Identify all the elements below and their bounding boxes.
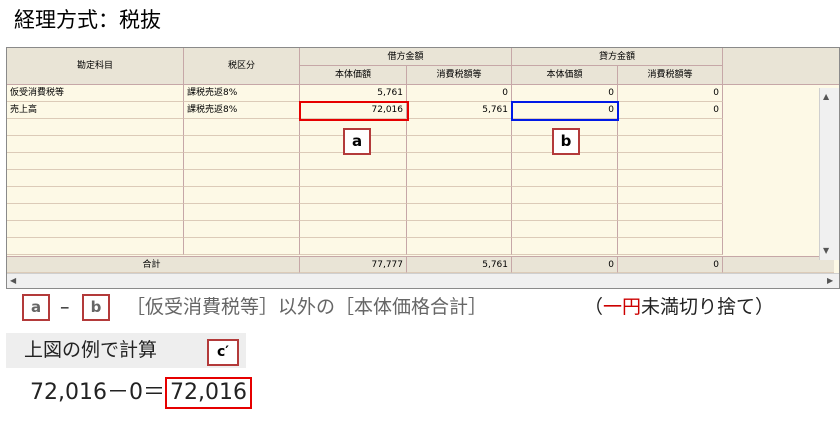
debit-base-cell[interactable]: 5,761 (300, 85, 407, 102)
header-debit-base[interactable]: 本体価額 (300, 66, 407, 85)
account-cell[interactable]: 仮受消費税等 (7, 85, 184, 102)
scroll-up-icon[interactable]: ▲ (823, 92, 829, 101)
total-row: 合計 77,777 5,761 0 0 (7, 256, 834, 273)
table-row-empty[interactable] (7, 204, 723, 221)
table-row-empty[interactable] (7, 153, 723, 170)
header-debit-tax[interactable]: 消費税額等 (407, 66, 512, 85)
total-credit-tax: 0 (618, 256, 723, 273)
total-spacer (723, 256, 834, 273)
debit-tax-cell[interactable]: 5,761 (407, 102, 512, 119)
table-row-empty[interactable] (7, 221, 723, 238)
total-label: 合計 (7, 256, 300, 273)
tag-c-prime: c′ (207, 339, 239, 366)
credit-tax-cell[interactable]: 0 (618, 102, 723, 119)
tax-class-cell[interactable]: 課税売返8% (184, 102, 300, 119)
calc-result-box: 72,016 (164, 377, 252, 409)
credit-tax-cell[interactable]: 0 (618, 85, 723, 102)
horizontal-scrollbar[interactable]: ◀ ▶ (7, 273, 839, 288)
scroll-right-icon[interactable]: ▶ (827, 276, 833, 285)
table-row[interactable]: 仮受消費税等 課税売返8% 5,761 0 0 0 (7, 85, 723, 102)
debit-tax-cell[interactable]: 0 (407, 85, 512, 102)
formula-minus: – (60, 296, 70, 318)
calc-lhs: 72,016－0＝ (30, 380, 165, 405)
calc-label-band: 上図の例で計算 c′ (6, 333, 246, 368)
header-account[interactable]: 勘定科目 (7, 48, 184, 85)
credit-base-cell[interactable]: 0 (512, 85, 618, 102)
calc-label: 上図の例で計算 (24, 339, 158, 361)
formula-tag-a: a (22, 294, 50, 321)
tag-a: a (343, 128, 371, 155)
total-debit-tax: 5,761 (407, 256, 512, 273)
scroll-left-icon[interactable]: ◀ (10, 276, 16, 285)
header-credit-base[interactable]: 本体価額 (512, 66, 618, 85)
formula-tag-b: b (82, 294, 110, 321)
calc-result-line: 72,016－0＝ 72,016 (30, 376, 252, 410)
account-cell[interactable]: 売上高 (7, 102, 184, 119)
scroll-down-icon[interactable]: ▼ (823, 246, 829, 255)
header-tax-class[interactable]: 税区分 (184, 48, 300, 85)
tax-class-cell[interactable]: 課税売返8% (184, 85, 300, 102)
rounding-red-text: 一円 (603, 296, 642, 318)
vertical-scrollbar[interactable]: ▲ ▼ (819, 88, 839, 260)
total-debit-base: 77,777 (300, 256, 407, 273)
highlight-debit-base (299, 101, 409, 121)
rounding-note: （一円未満切り捨て） (584, 296, 775, 318)
header-credit: 貸方金額 (512, 48, 723, 66)
table-row-empty[interactable] (7, 238, 723, 255)
tag-b: b (552, 128, 580, 155)
table-row-empty[interactable] (7, 187, 723, 204)
formula-description: ［仮受消費税等］以外の［本体価格合計］ (126, 296, 488, 318)
header-credit-tax[interactable]: 消費税額等 (618, 66, 723, 85)
header-debit: 借方金額 (300, 48, 512, 66)
table-row-empty[interactable] (7, 170, 723, 187)
page-title: 経理方式：税抜 (14, 8, 161, 32)
total-credit-base: 0 (512, 256, 618, 273)
highlight-credit-base (511, 101, 619, 121)
header-spacer (723, 48, 839, 85)
journal-grid: 勘定科目 税区分 借方金額 本体価額 消費税額等 貸方金額 本体価額 消費税額等… (6, 47, 840, 289)
